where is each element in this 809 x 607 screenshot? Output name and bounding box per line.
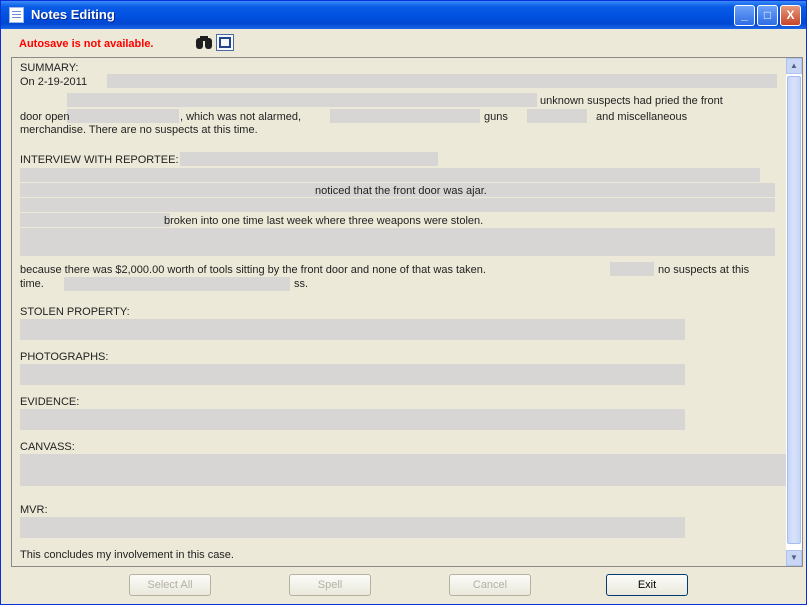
closing-statement: This concludes my involvement in this ca… (20, 549, 234, 561)
spell-button[interactable]: Spell (289, 574, 371, 596)
select-all-button[interactable]: Select All (129, 574, 211, 596)
redaction-block (330, 109, 480, 123)
redaction-block (610, 262, 654, 276)
heading-canvass: CANVASS: (20, 441, 75, 453)
redaction-block (64, 277, 290, 291)
toolbar: Autosave is not available. (5, 31, 802, 55)
expand-icon[interactable] (216, 34, 234, 51)
note-text: , which was not alarmed, (180, 111, 302, 123)
redaction-block (67, 93, 537, 107)
note-text: time. (20, 278, 44, 290)
note-text: broken into one time last week where thr… (164, 215, 484, 227)
vertical-scrollbar[interactable]: ▲ ▼ (786, 58, 802, 566)
note-text: merchandise. There are no suspects at th… (20, 124, 258, 136)
scrollbar-thumb[interactable] (787, 76, 801, 544)
note-text: door open (20, 111, 70, 123)
scroll-up-icon[interactable]: ▲ (786, 58, 802, 74)
dialog-buttons: Select All Spell Cancel Exit (1, 571, 806, 601)
close-button[interactable]: X (780, 5, 801, 26)
redaction-block (20, 319, 685, 340)
note-text: ss. (294, 278, 309, 290)
redaction-block (67, 109, 179, 123)
redaction-block (20, 454, 787, 486)
heading-stolen-property: STOLEN PROPERTY: (20, 306, 130, 318)
note-text: because there was $2,000.00 worth of too… (20, 264, 486, 276)
heading-mvr: MVR: (20, 504, 48, 516)
redaction-block (20, 198, 775, 212)
notes-content[interactable]: SUMMARY: On 2-19-2011 unknown suspects h… (12, 58, 787, 566)
binoculars-icon[interactable] (195, 34, 213, 51)
autosave-status: Autosave is not available. (19, 38, 154, 50)
note-text: unknown suspects had pried the front (540, 95, 723, 107)
notes-editing-window: Notes Editing _ □ X Autosave is not avai… (0, 0, 807, 605)
heading-interview: INTERVIEW WITH REPORTEE: (20, 154, 179, 166)
redaction-block (20, 517, 685, 538)
redaction-block (20, 168, 760, 182)
redaction-block (527, 109, 587, 123)
heading-evidence: EVIDENCE: (20, 396, 80, 408)
minimize-button[interactable]: _ (734, 5, 755, 26)
notepad-icon (9, 7, 24, 23)
cancel-button[interactable]: Cancel (449, 574, 531, 596)
title-bar[interactable]: Notes Editing _ □ X (1, 1, 806, 29)
window-title: Notes Editing (31, 7, 115, 22)
redaction-block (107, 74, 777, 88)
notes-text-area[interactable]: SUMMARY: On 2-19-2011 unknown suspects h… (11, 57, 803, 567)
heading-photographs: PHOTOGRAPHS: (20, 351, 109, 363)
maximize-button[interactable]: □ (757, 5, 778, 26)
redaction-block (20, 409, 685, 430)
scroll-down-icon[interactable]: ▼ (786, 550, 802, 566)
redaction-block (20, 213, 170, 227)
note-text: and miscellaneous (596, 111, 688, 123)
note-text: no suspects at this (658, 264, 750, 276)
heading-summary: SUMMARY: (20, 62, 79, 74)
redaction-block (180, 152, 438, 166)
exit-button[interactable]: Exit (606, 574, 688, 596)
redaction-block (20, 228, 775, 256)
note-text: On 2-19-2011 (20, 76, 88, 88)
note-text: guns (484, 111, 508, 123)
note-text: noticed that the front door was ajar. (315, 185, 487, 197)
redaction-block (20, 364, 685, 385)
